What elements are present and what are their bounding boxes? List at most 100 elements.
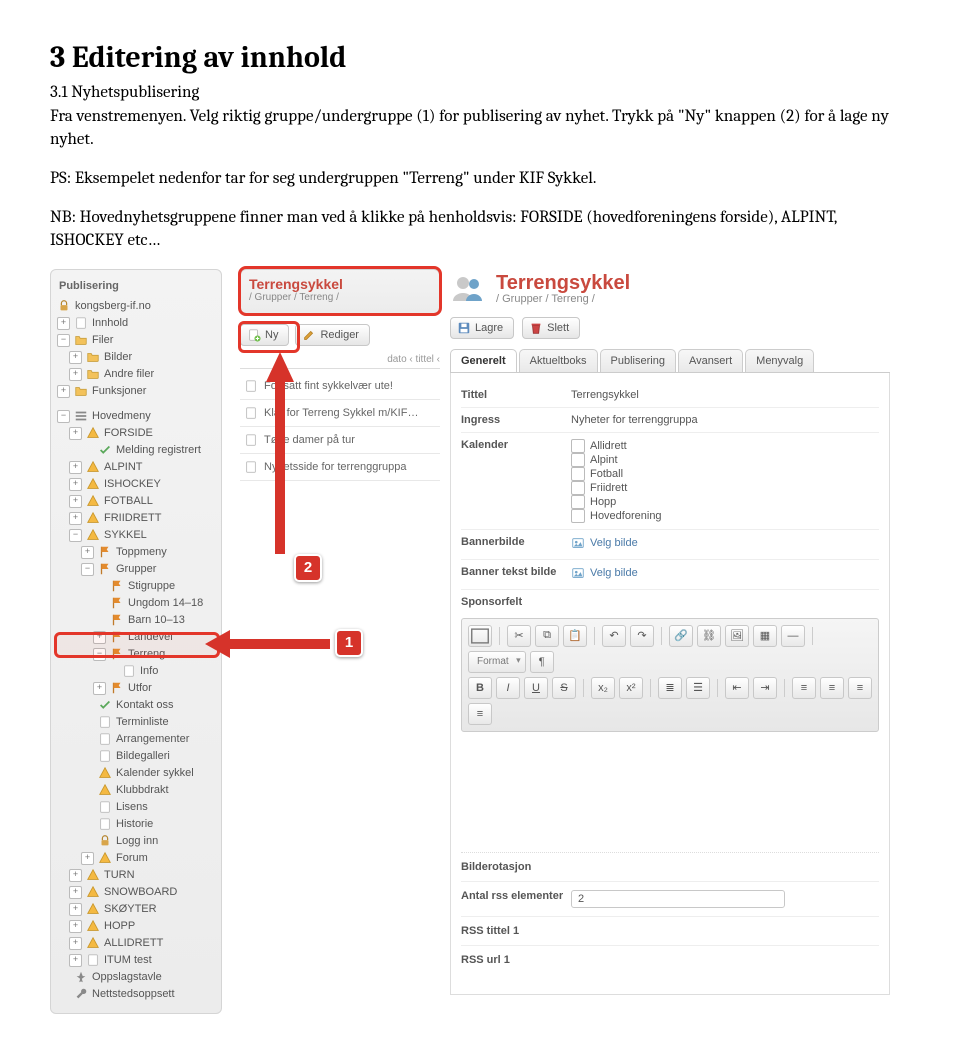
tree-andre-filer[interactable]: + Andre filer: [51, 366, 221, 383]
tittel-value[interactable]: Terrengsykkel: [571, 389, 879, 401]
tree-bildegalleri[interactable]: Bildegalleri: [51, 748, 221, 765]
tree-allidrett[interactable]: +ALLIDRETT: [51, 935, 221, 952]
paste-button[interactable]: 📋: [563, 625, 587, 647]
indent-button[interactable]: ⇥: [753, 677, 777, 699]
warning-icon: [86, 426, 100, 440]
edit-button[interactable]: Rediger: [295, 324, 370, 346]
redo-button[interactable]: ↷: [630, 625, 654, 647]
news-item[interactable]: Tøffe damer på tur: [240, 427, 440, 454]
tree-turn[interactable]: +TURN: [51, 867, 221, 884]
tree-nettsted[interactable]: Nettstedsoppsett: [51, 986, 221, 1003]
tree-bilder[interactable]: + Bilder: [51, 349, 221, 366]
tab-generelt[interactable]: Generelt: [450, 349, 517, 372]
table-button[interactable]: ▦: [753, 625, 777, 647]
tree-hopp[interactable]: +HOPP: [51, 918, 221, 935]
unlink-button[interactable]: ⛓: [697, 625, 721, 647]
tree-skoyter[interactable]: +SKØYTER: [51, 901, 221, 918]
tree-kalender[interactable]: Kalender sykkel: [51, 765, 221, 782]
outdent-button[interactable]: ⇤: [725, 677, 749, 699]
justify-button[interactable]: ≡: [468, 703, 492, 725]
tree-itum[interactable]: +ITUM test: [51, 952, 221, 969]
save-button[interactable]: Lagre: [450, 317, 514, 339]
tree-toppmeny[interactable]: +Toppmeny: [51, 544, 221, 561]
checkbox-option[interactable]: Hopp: [571, 495, 879, 509]
news-item[interactable]: Klar for Terreng Sykkel m/KIF…: [240, 400, 440, 427]
tree-fotball[interactable]: +FOTBALL: [51, 493, 221, 510]
tree-snowboard[interactable]: +SNOWBOARD: [51, 884, 221, 901]
underline-button[interactable]: U: [524, 677, 548, 699]
tree-root[interactable]: kongsberg-if.no: [51, 298, 221, 315]
news-item[interactable]: Fortsatt fint sykkelvær ute!: [240, 373, 440, 400]
tree-stigruppe[interactable]: Stigruppe: [51, 578, 221, 595]
tree-landevei[interactable]: +Landevei: [51, 629, 221, 646]
tab-menyvalg[interactable]: Menyvalg: [745, 349, 814, 372]
tree-melding[interactable]: Melding registrert: [51, 442, 221, 459]
tab-publisering[interactable]: Publisering: [600, 349, 676, 372]
image-button[interactable]: 🖼: [725, 625, 749, 647]
copy-button[interactable]: ⧉: [535, 625, 559, 647]
source-button[interactable]: [468, 625, 492, 647]
tree-terreng[interactable]: −Terreng: [51, 646, 221, 663]
tree-klubbdrakt[interactable]: Klubbdrakt: [51, 782, 221, 799]
image-icon: [571, 566, 585, 580]
tree-innhold[interactable]: + Innhold: [51, 315, 221, 332]
cut-button[interactable]: ✂: [507, 625, 531, 647]
tree-funksjoner[interactable]: + Funksjoner: [51, 383, 221, 400]
tree-info[interactable]: Info: [51, 663, 221, 680]
style-button[interactable]: ¶: [530, 651, 554, 673]
align-left-button[interactable]: ≡: [792, 677, 816, 699]
subscript-button[interactable]: x₂: [591, 677, 615, 699]
align-right-button[interactable]: ≡: [848, 677, 872, 699]
row-rss-url-1: RSS url 1: [461, 946, 879, 974]
italic-button[interactable]: I: [496, 677, 520, 699]
expand-toggle[interactable]: +: [57, 317, 70, 330]
choose-image-link[interactable]: Velg bilde: [571, 566, 638, 580]
tree-alpint[interactable]: +ALPINT: [51, 459, 221, 476]
hr-button[interactable]: —: [781, 625, 805, 647]
choose-image-link[interactable]: Velg bilde: [571, 536, 638, 550]
warning-icon: [86, 511, 100, 525]
wrench-icon: [74, 987, 88, 1001]
tree-historie[interactable]: Historie: [51, 816, 221, 833]
strike-button[interactable]: S: [552, 677, 576, 699]
checkbox-option[interactable]: Allidrett: [571, 439, 879, 453]
tree-filer[interactable]: − Filer: [51, 332, 221, 349]
checkbox-option[interactable]: Fotball: [571, 467, 879, 481]
superscript-button[interactable]: x²: [619, 677, 643, 699]
link-button[interactable]: 🔗: [669, 625, 693, 647]
news-item[interactable]: Nyhetsside for terrenggruppa: [240, 454, 440, 481]
ul-button[interactable]: ☰: [686, 677, 710, 699]
tree-lisens[interactable]: Lisens: [51, 799, 221, 816]
rss-count-input[interactable]: 2: [571, 890, 785, 908]
new-button[interactable]: Ny: [240, 324, 289, 346]
delete-button[interactable]: Slett: [522, 317, 580, 339]
align-center-button[interactable]: ≡: [820, 677, 844, 699]
tree-friidrett[interactable]: +FRIIDRETT: [51, 510, 221, 527]
undo-button[interactable]: ↶: [602, 625, 626, 647]
tree-utfor[interactable]: +Utfor: [51, 680, 221, 697]
tree-forside[interactable]: + FORSIDE: [51, 425, 221, 442]
checkbox-option[interactable]: Hovedforening: [571, 509, 879, 523]
collapse-toggle[interactable]: −: [57, 334, 70, 347]
tree-hovedmeny[interactable]: − Hovedmeny: [51, 408, 221, 425]
tree-ishockey[interactable]: +ISHOCKEY: [51, 476, 221, 493]
checkbox-option[interactable]: Friidrett: [571, 481, 879, 495]
tab-aktueltboks[interactable]: Aktueltboks: [519, 349, 598, 372]
tree-barn[interactable]: Barn 10–13: [51, 612, 221, 629]
tree-kontakt[interactable]: Kontakt oss: [51, 697, 221, 714]
bold-button[interactable]: B: [468, 677, 492, 699]
tree-ungdom[interactable]: Ungdom 14–18: [51, 595, 221, 612]
tree-terminliste[interactable]: Terminliste: [51, 714, 221, 731]
tree-grupper[interactable]: −Grupper: [51, 561, 221, 578]
format-select[interactable]: Format: [468, 651, 526, 673]
tab-avansert[interactable]: Avansert: [678, 349, 743, 372]
tree-sykkel[interactable]: −SYKKEL: [51, 527, 221, 544]
tree-arrangementer[interactable]: Arrangementer: [51, 731, 221, 748]
tree-logginn[interactable]: Logg inn: [51, 833, 221, 850]
checkbox-option[interactable]: Alpint: [571, 453, 879, 467]
ingress-value[interactable]: Nyheter for terrenggruppa: [571, 414, 879, 426]
tree-oppslag[interactable]: Oppslagstavle: [51, 969, 221, 986]
sort-bar[interactable]: dato ‹ tittel ‹: [240, 354, 440, 369]
tree-forum[interactable]: +Forum: [51, 850, 221, 867]
ol-button[interactable]: ≣: [658, 677, 682, 699]
